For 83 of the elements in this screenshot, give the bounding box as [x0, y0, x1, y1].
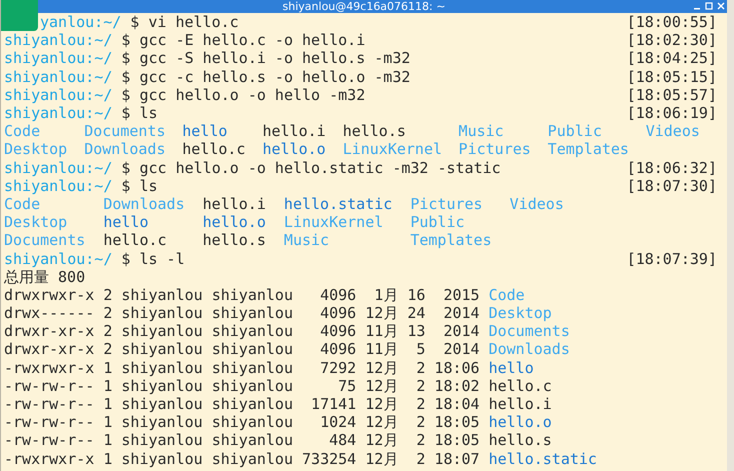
file-name: Documents	[84, 122, 166, 140]
file-name: Templates	[548, 140, 629, 159]
file-name: hello.c	[182, 140, 246, 159]
command-text: $ ls	[121, 104, 158, 122]
file-name: hello.o	[202, 213, 266, 232]
file-details: -rw-rw-r-- 1 shiyanlou shiyanlou 1024 12月 2 18:05	[4, 413, 480, 432]
file-name: hello.i	[262, 122, 326, 140]
timestamp: [18:07:39]	[626, 250, 717, 268]
file-name: hello.s	[488, 431, 552, 450]
file-name: LinuxKernel	[342, 140, 442, 159]
file-name: hello.i	[488, 395, 552, 414]
file-name: Templates	[410, 231, 492, 250]
file-name: Public	[410, 213, 465, 232]
file-name: Pictures	[410, 194, 483, 214]
file-details: -rw-rw-r-- 1 shiyanlou shiyanlou 75 12月 2 18:02	[4, 376, 480, 396]
command-text: $ gcc -c hello.s -o hello.o -m32	[121, 68, 410, 86]
file-details: drwx------ 2 shiyanlou shiyanlou 4096 12月 24 2014	[4, 304, 480, 322]
file-details: -rwxrwxr-x 1 shiyanlou shiyanlou 733254 12月 2 18:07	[4, 450, 480, 468]
maximize-icon[interactable]	[705, 2, 713, 10]
timestamp: [18:00:55]	[626, 13, 717, 32]
timestamp: [18:05:15]	[626, 68, 717, 86]
command-text: $ gcc -E hello.c -o hello.i	[121, 31, 366, 50]
prompt: shiyanlou:~/	[4, 250, 112, 268]
command-text: $ gcc -S hello.i -o hello.s -m32	[121, 49, 410, 68]
timestamp: [18:04:25]	[626, 49, 717, 68]
prompt: shiyanlou:~/	[4, 49, 112, 68]
file-details: -rw-rw-r-- 1 shiyanlou shiyanlou 484 12月 2 18:05	[4, 431, 480, 450]
file-name: Public	[548, 122, 602, 140]
prompt: shiyanlou:~/	[4, 68, 112, 86]
file-name: Documents	[488, 322, 570, 340]
file-name: hello.o	[488, 413, 552, 432]
file-details: drwxr-xr-x 2 shiyanlou shiyanlou 4096 11月 5 2014	[4, 340, 480, 359]
window-title: shiyanlou@49c16a076118: ~	[282, 0, 446, 13]
file-details: drwxr-xr-x 2 shiyanlou shiyanlou 4096 11月 13 2014	[4, 322, 480, 340]
prompt: shiyanlou:~/	[4, 86, 112, 104]
corner-widget	[1, 0, 38, 31]
file-details: -rwxrwxr-x 1 shiyanlou shiyanlou 7292 12月 2 18:06	[4, 358, 480, 377]
file-name: Music	[284, 231, 330, 250]
file-name: Desktop	[4, 213, 68, 232]
timestamp: [18:06:19]	[626, 104, 717, 122]
file-name: hello.c	[103, 231, 167, 250]
file-name: Downloads	[84, 140, 166, 159]
file-name: Code	[4, 122, 40, 140]
timestamp: [18:05:57]	[626, 86, 717, 104]
file-name: hello.s	[202, 231, 266, 250]
prompt: shiyanlou:~/	[4, 176, 112, 195]
file-name: Music	[458, 122, 504, 140]
file-name: hello.s	[342, 122, 406, 140]
file-name: hello	[488, 358, 534, 377]
file-name: hello.o	[262, 140, 326, 159]
prompt: shiyanlou:~/	[4, 158, 112, 177]
file-name: hello.i	[202, 194, 266, 214]
command-text: $ gcc hello.o -o hello.static -m32 -static	[121, 158, 501, 177]
file-name: Desktop	[488, 304, 552, 322]
file-name: Documents	[4, 231, 86, 250]
file-name: Desktop	[4, 140, 68, 159]
file-name: hello.static	[284, 194, 392, 214]
file-details: drwxrwxr-x 2 shiyanlou shiyanlou 4096 1月 16 2015	[4, 286, 480, 304]
file-name: hello.static	[488, 450, 597, 468]
prompt: shiyanlou:~/	[4, 31, 112, 50]
file-name: hello.c	[488, 376, 552, 396]
file-name: Code	[4, 194, 40, 214]
command-text: $ ls -l	[121, 250, 185, 268]
output-text: 总用量 800	[4, 268, 86, 286]
timestamp: [18:06:32]	[626, 158, 717, 177]
file-name: Downloads	[103, 194, 185, 214]
timestamp: [18:07:30]	[626, 176, 717, 195]
file-name: Code	[488, 286, 525, 304]
file-name: LinuxKernel	[284, 213, 384, 232]
prompt: yanlou:~/	[40, 13, 122, 32]
prompt: shiyanlou:~/	[4, 104, 112, 122]
close-icon[interactable]	[717, 2, 725, 10]
timestamp: [18:02:30]	[626, 31, 717, 50]
file-details: -rw-rw-r-- 1 shiyanlou shiyanlou 17141 12月 2 18:04	[4, 395, 480, 414]
file-name: Downloads	[488, 340, 570, 359]
file-name: Videos	[646, 122, 700, 140]
command-text: $ gcc hello.o -o hello -m32	[121, 86, 366, 104]
file-name: Videos	[510, 194, 564, 214]
command-text: $ ls	[121, 176, 158, 195]
file-name: Pictures	[458, 140, 531, 159]
command-text: $ vi hello.c	[130, 13, 239, 32]
file-name: hello	[182, 122, 228, 140]
file-name: hello	[103, 213, 148, 232]
